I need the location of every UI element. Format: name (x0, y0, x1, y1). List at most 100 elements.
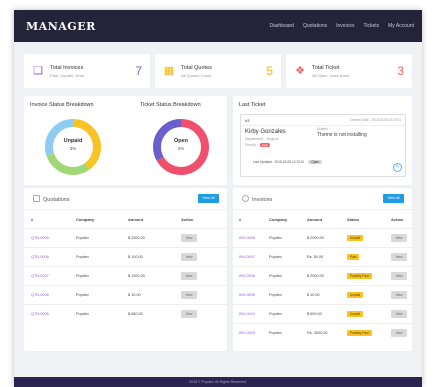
quotation-id-link[interactable]: QTN-0008 (31, 255, 49, 259)
company-cell: Popdev (269, 255, 282, 259)
amount-cell: $ 1000.00 (128, 274, 145, 278)
ticket-client-name: Kirby Gonzales (245, 129, 286, 135)
amount-cell: $ 2000.00 (307, 236, 324, 240)
col-amount: Amount (128, 217, 144, 222)
stat-value: 5 (266, 64, 273, 78)
col-status: Status (347, 217, 360, 222)
quotation-id-link[interactable]: QTN-0006 (31, 312, 49, 316)
amount-cell: $ 100.00 (128, 255, 143, 259)
company-cell: Popdev (269, 331, 282, 335)
quotations-title-text: Quotations (43, 197, 70, 203)
quote-icon: ▦ (163, 65, 175, 77)
invoices-panel: Invoices View All # Company Amount Statu… (233, 188, 412, 351)
ticket-card[interactable]: #3 Created Date : 2018-03-08 12:19:31 Ki… (240, 114, 406, 177)
invoices-title-text: Invoices (252, 197, 273, 203)
view-button[interactable]: View (391, 253, 407, 261)
nav-quotations[interactable]: Quotations (303, 23, 327, 29)
stat-subtitle: Paid, Unpaid, other (50, 72, 85, 78)
nav-tickets[interactable]: Tickets (363, 23, 379, 29)
table-row: INV-0008 Popdev $ 2000.00 Unpaid View (233, 229, 412, 248)
quotation-id-link[interactable]: QTN-0005 (31, 236, 49, 240)
total-invoices-card: ❏ Total Invoices Paid, Unpaid, other 7 (24, 54, 150, 88)
ticket-subject: Theme is not installing (317, 132, 367, 138)
last-ticket-panel: Last Ticket #3 Created Date : 2018-03-08… (233, 96, 412, 185)
last-ticket-title: Last Ticket (239, 102, 266, 108)
top-navbar: MANAGER Dashboard Quotations Invoices Ti… (14, 10, 422, 42)
invoices-title: Invoices (242, 195, 272, 203)
company-cell: Popdev (76, 293, 89, 297)
quotations-panel: Quotations View All # Company Amount Act… (24, 188, 227, 351)
nav-invoices[interactable]: Invoices (336, 23, 354, 29)
company-cell: Popdev (269, 293, 282, 297)
amount-cell: Rs. 3000.00 (307, 331, 328, 335)
amount-cell: $ 2000.00 (307, 274, 324, 278)
status-badge: Partially Paid (347, 273, 372, 279)
company-cell: Popdev (76, 274, 89, 278)
invoice-id-link[interactable]: INV-0007 (239, 255, 255, 259)
document-icon (33, 195, 40, 202)
amount-cell: $ 10.00 (128, 293, 141, 297)
quotations-header: Quotations View All (24, 188, 227, 210)
view-button[interactable]: View (181, 253, 197, 261)
view-button[interactable]: View (181, 291, 197, 299)
company-cell: Popdev (269, 236, 282, 240)
ticket-icon: ❖ (295, 65, 305, 77)
view-button[interactable]: View (391, 310, 407, 318)
ticket-created-date: Created Date : 2018-03-08 12:19:31 (349, 118, 401, 122)
invoice-id-link[interactable]: INV-0006 (239, 274, 255, 278)
status-badge: Unpaid (347, 235, 364, 241)
stat-title: Total Ticket (312, 64, 340, 71)
table-row: QTN-0006 Popdev $ 580.00 View (24, 305, 227, 324)
table-row: INV-0004 Popdev $ 600.00 Unpaid View (233, 305, 412, 324)
view-button[interactable]: View (391, 329, 407, 337)
donut-value: 2% (177, 146, 185, 151)
invoices-view-all-button[interactable]: View All (383, 194, 404, 203)
stat-title: Total Quotes (181, 64, 212, 71)
ticket-status-donut: Open 2% (150, 116, 212, 178)
table-header-row: # Company Amount Action (24, 210, 227, 229)
priority-label: Priority : (245, 143, 258, 147)
col-action: Action (391, 217, 404, 222)
company-cell: Popdev (269, 274, 282, 278)
invoice-id-link[interactable]: INV-0003 (239, 331, 255, 335)
invoice-icon: ❏ (33, 65, 43, 77)
ticket-id: #3 (245, 118, 250, 123)
amount-cell: $ 10.00 (307, 293, 320, 297)
view-button[interactable]: View (181, 310, 197, 318)
stat-subtitle: All Quotes Count (181, 72, 212, 78)
amount-cell: $ 2000.00 (128, 236, 145, 240)
company-cell: Popdev (269, 312, 282, 316)
invoice-id-link[interactable]: INV-0005 (239, 293, 255, 297)
invoice-status-donut: Unpaid 3% (42, 116, 104, 178)
col-company: Company (76, 217, 95, 222)
quotations-title: Quotations (33, 195, 70, 203)
invoice-id-link[interactable]: INV-0008 (239, 236, 255, 240)
status-badge: Paid (347, 254, 360, 260)
nav-my-account[interactable]: My Account (388, 23, 414, 29)
status-badge: Partially Paid (347, 330, 372, 336)
donut-label: Open (173, 138, 189, 144)
updated-text: Last Updated : 2018-03-08 12:19:31 (253, 160, 305, 164)
quotations-view-all-button[interactable]: View All (198, 194, 219, 203)
ticket-status-title: Ticket Status Breakdown (140, 102, 201, 108)
quotation-id-link[interactable]: QTN-0007 (31, 274, 49, 278)
nav-dashboard[interactable]: Dashboard (269, 23, 293, 29)
ticket-priority: Priority : High (245, 143, 271, 147)
view-button[interactable]: View (181, 234, 197, 242)
company-cell: Popdev (76, 255, 89, 259)
quotation-id-link[interactable]: QTN-0006 (31, 293, 49, 297)
edit-icon[interactable]: ✎ (393, 163, 402, 172)
view-button[interactable]: View (391, 272, 407, 280)
table-row: INV-0007 Popdev Rs. 50.00 Paid View (233, 248, 412, 267)
table-row: QTN-0006 Popdev $ 10.00 View (24, 286, 227, 305)
invoice-list-icon (242, 195, 249, 202)
table-row: INV-0003 Popdev Rs. 3000.00 Partially Pa… (233, 324, 412, 343)
subject-label: Subject (317, 127, 328, 131)
view-button[interactable]: View (181, 272, 197, 280)
view-button[interactable]: View (391, 234, 407, 242)
brand-logo[interactable]: MANAGER (26, 20, 96, 33)
col-amount: Amount (307, 217, 323, 222)
view-button[interactable]: View (391, 291, 407, 299)
invoice-status-title: Invoice Status Breakdown (30, 102, 94, 108)
invoice-id-link[interactable]: INV-0004 (239, 312, 255, 316)
